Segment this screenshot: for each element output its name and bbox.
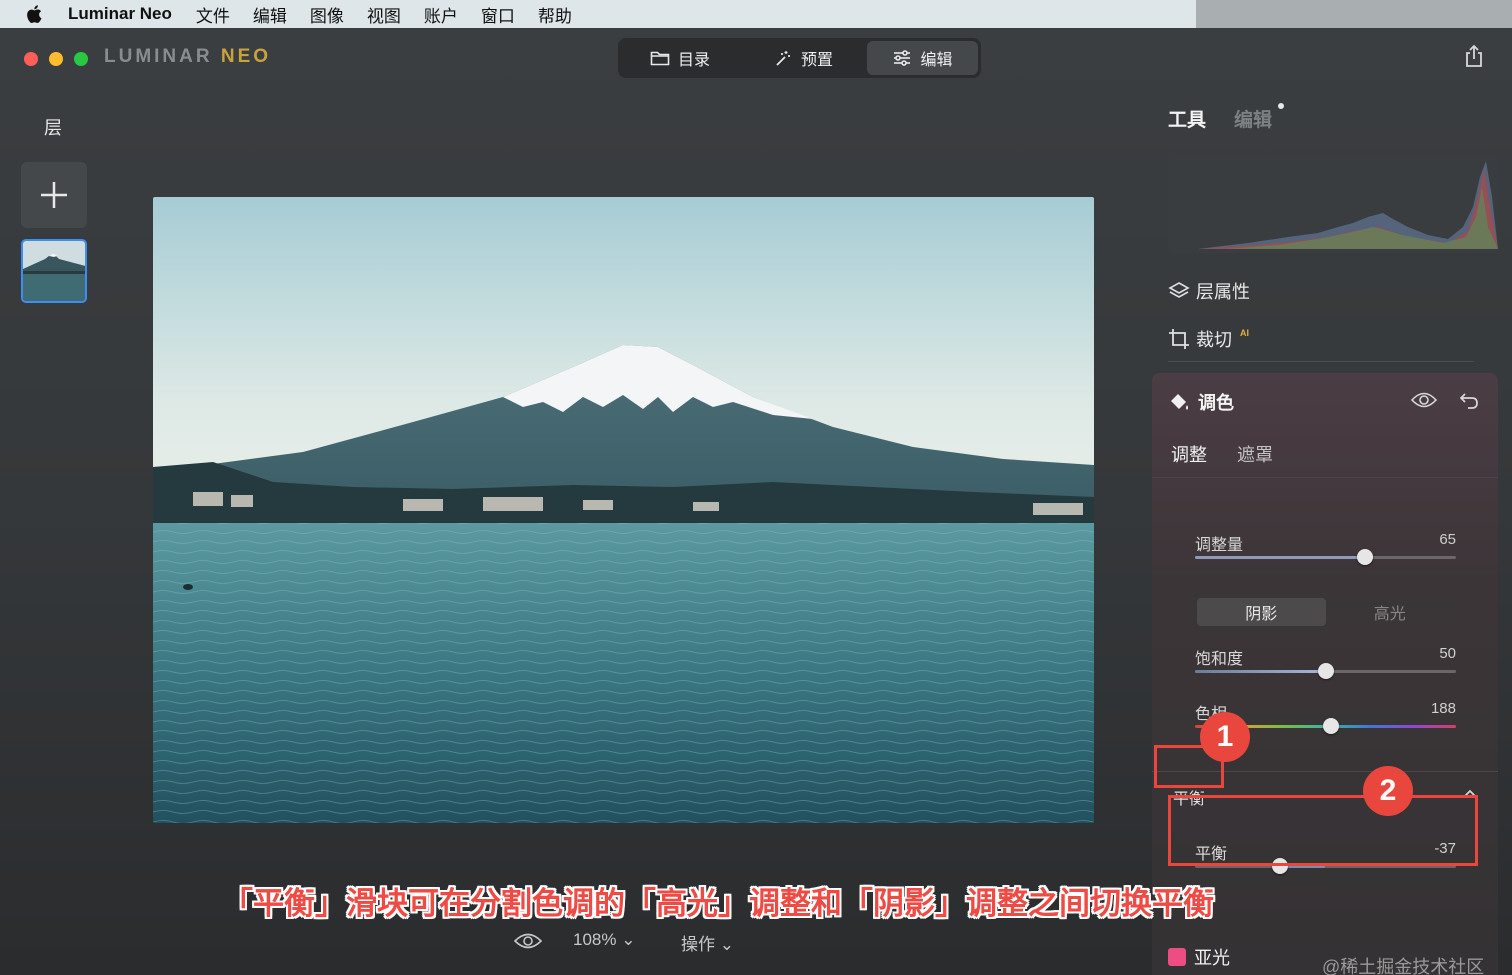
- menu-image[interactable]: 图像: [310, 2, 344, 27]
- mode-switcher: 目录 预置 编辑: [618, 38, 981, 78]
- tab-edit[interactable]: 编辑: [867, 41, 978, 75]
- tab-presets[interactable]: 预置: [739, 41, 867, 75]
- amount-fill: [1195, 556, 1365, 559]
- histogram: [1168, 157, 1498, 253]
- logo-accent: NEO: [220, 46, 272, 67]
- app-menu[interactable]: Luminar Neo: [68, 4, 172, 24]
- main-photo[interactable]: [153, 197, 1094, 823]
- segment-shadows[interactable]: 阴影: [1197, 598, 1326, 626]
- tab-catalog[interactable]: 目录: [621, 41, 739, 75]
- panel-divider: [1168, 361, 1474, 362]
- actions-label: 操作: [681, 935, 715, 954]
- layer-properties-label: 层属性: [1196, 282, 1250, 302]
- crop-item[interactable]: 裁切 AI: [1168, 326, 1249, 352]
- menu-window[interactable]: 窗口: [481, 2, 515, 27]
- subtab-mask[interactable]: 遮罩: [1237, 441, 1273, 467]
- crop-label: 裁切: [1196, 330, 1232, 350]
- histogram-graph: [1198, 161, 1498, 249]
- photo-image: [153, 197, 1094, 823]
- actions-dropdown[interactable]: 操作 ⌄: [681, 930, 734, 955]
- magic-wand-icon: [776, 51, 790, 66]
- eye-icon[interactable]: [514, 932, 542, 950]
- add-layer-button[interactable]: [21, 162, 87, 228]
- tab-tools[interactable]: 工具: [1168, 105, 1206, 132]
- menu-account[interactable]: 账户: [424, 2, 458, 27]
- saturation-track[interactable]: [1195, 663, 1456, 679]
- logo-main: LUMINAR: [104, 46, 213, 67]
- annotation-badge-1: 1: [1200, 712, 1250, 762]
- saturation-value: 50: [1439, 645, 1456, 662]
- layers-icon: [1168, 282, 1190, 298]
- layer-thumbnail-image: [23, 241, 85, 301]
- chevron-down-icon: ⌄: [719, 935, 734, 954]
- tab-edits-label: 编辑: [1234, 110, 1273, 131]
- zoom-window-button[interactable]: [74, 52, 88, 66]
- edits-indicator-dot: [1278, 103, 1285, 109]
- tab-catalog-label: 目录: [677, 52, 710, 69]
- minimize-window-button[interactable]: [49, 52, 63, 66]
- saturation-knob[interactable]: [1318, 663, 1334, 679]
- share-icon[interactable]: [1463, 44, 1485, 68]
- tab-presets-label: 预置: [800, 52, 833, 69]
- tab-edits[interactable]: 编辑: [1234, 103, 1285, 132]
- shadows-highlights-toggle: 阴影 高光: [1195, 596, 1456, 628]
- tone-header[interactable]: 调色: [1168, 389, 1234, 415]
- matte-tool-item[interactable]: 亚光: [1168, 944, 1230, 970]
- menu-edit[interactable]: 编辑: [253, 2, 287, 27]
- amount-track[interactable]: [1195, 549, 1456, 565]
- saturation-label: 饱和度: [1195, 651, 1244, 668]
- folder-icon: [650, 51, 670, 66]
- tone-subtabs: 调整 遮罩: [1171, 441, 1273, 467]
- amount-label: 调整量: [1195, 537, 1244, 554]
- menu-file[interactable]: 文件: [196, 2, 230, 27]
- matte-swatch-icon: [1168, 948, 1186, 966]
- menu-view[interactable]: 视图: [367, 2, 401, 27]
- canvas-toolbar: 108% ⌄ 操作 ⌄: [0, 928, 1150, 958]
- saturation-fill: [1195, 670, 1326, 673]
- annotation-caption: 「平衡」滑块可在分割色调的「高光」调整和「阴影」调整之间切换平衡: [222, 886, 1214, 921]
- layer-thumbnail[interactable]: [21, 239, 87, 303]
- annotation-badge-2: 2: [1363, 766, 1413, 816]
- hue-value: 188: [1430, 700, 1456, 717]
- chevron-down-icon: ⌄: [621, 930, 636, 949]
- ai-badge: AI: [1240, 328, 1249, 338]
- subtab-adjust[interactable]: 调整: [1171, 441, 1207, 467]
- tone-title: 调色: [1198, 393, 1234, 413]
- zoom-value: 108%: [573, 930, 617, 949]
- amount-value: 65: [1439, 531, 1456, 548]
- watermark: @稀土掘金技术社区: [1322, 957, 1485, 975]
- app-logo: LUMINAR NEO: [104, 46, 271, 68]
- layer-properties-item[interactable]: 层属性: [1168, 278, 1250, 304]
- annotation-box-balance-slider: [1168, 795, 1478, 866]
- right-panel-tabs: 工具 编辑: [1168, 103, 1285, 132]
- segment-highlights[interactable]: 高光: [1326, 598, 1455, 626]
- hue-knob[interactable]: [1323, 718, 1339, 734]
- paint-bucket-icon: [1171, 394, 1188, 410]
- sliders-icon: [894, 50, 911, 66]
- apple-icon[interactable]: [24, 3, 46, 25]
- menu-bar-extra: [1196, 0, 1512, 28]
- visibility-eye-icon[interactable]: [1410, 389, 1438, 411]
- crop-icon: [1169, 329, 1189, 349]
- zoom-dropdown[interactable]: 108% ⌄: [573, 930, 635, 950]
- subtab-divider: [1152, 477, 1498, 478]
- undo-icon[interactable]: [1458, 389, 1480, 411]
- tab-edit-label: 编辑: [920, 52, 953, 69]
- menu-bar: Luminar Neo 文件 编辑 图像 视图 账户 窗口 帮助: [0, 0, 1196, 28]
- amount-knob[interactable]: [1357, 549, 1373, 565]
- close-window-button[interactable]: [24, 52, 38, 66]
- plus-icon: [41, 182, 67, 208]
- menu-help[interactable]: 帮助: [538, 2, 572, 27]
- layers-title: 层: [44, 118, 62, 138]
- matte-label: 亚光: [1194, 948, 1230, 968]
